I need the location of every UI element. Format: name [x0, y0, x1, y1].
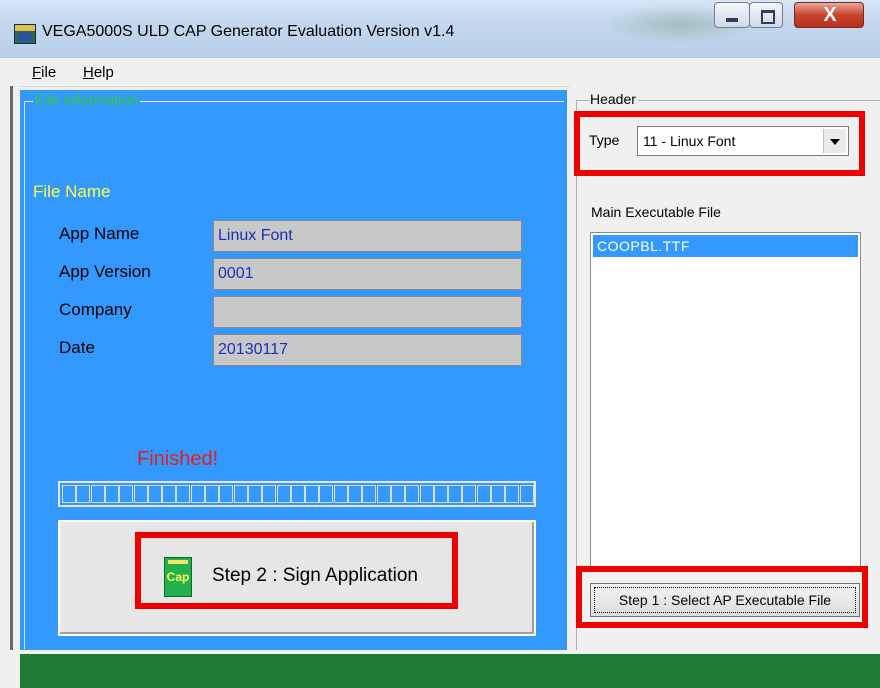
progress-segment	[348, 485, 362, 503]
progress-segment	[162, 485, 177, 503]
progress-segment	[90, 485, 105, 503]
progress-bar	[58, 481, 536, 507]
app-version-field[interactable]: 0001	[213, 258, 522, 290]
progress-segment	[419, 485, 434, 503]
vega-app-icon[interactable]	[14, 24, 36, 44]
progress-segment	[190, 485, 205, 503]
progress-segment	[505, 485, 520, 503]
progress-segment	[305, 485, 320, 503]
progress-segment	[405, 485, 420, 503]
list-item[interactable]: COOPBL.TTF	[593, 235, 858, 257]
progress-segment	[290, 485, 305, 503]
date-field[interactable]: 20130117	[213, 334, 522, 366]
progress-segment	[147, 485, 162, 503]
progress-segment	[247, 485, 262, 503]
date-label: Date	[59, 338, 95, 357]
progress-segment	[276, 485, 291, 503]
minimize-icon	[726, 18, 738, 22]
progress-segment	[362, 485, 377, 503]
company-field[interactable]	[213, 296, 522, 328]
file-information-title: File Information	[33, 92, 141, 109]
progress-segment	[448, 485, 463, 503]
app-window: VEGA5000S ULD CAP Generator Evaluation V…	[0, 0, 880, 688]
status-bar	[20, 654, 880, 688]
progress-segment	[133, 485, 148, 503]
progress-segment	[262, 485, 277, 503]
highlight-select-box	[576, 566, 868, 628]
progress-segment	[390, 485, 405, 503]
close-button[interactable]: X	[794, 2, 864, 28]
menu-file[interactable]: File	[32, 64, 56, 81]
file-name-label: File Name	[33, 182, 111, 201]
window-title: VEGA5000S ULD CAP Generator Evaluation V…	[42, 23, 455, 40]
minimize-button[interactable]	[714, 2, 750, 28]
progress-segment	[519, 485, 534, 503]
progress-segment	[376, 485, 391, 503]
progress-segment	[104, 485, 119, 503]
close-icon: X	[823, 4, 837, 26]
progress-segment	[76, 485, 91, 503]
progress-segment	[233, 485, 248, 503]
menu-help[interactable]: Help	[83, 64, 114, 81]
app-name-field[interactable]: Linux Font	[213, 220, 522, 252]
progress-segment	[491, 485, 505, 503]
progress-segment	[176, 485, 191, 503]
progress-segment	[333, 485, 348, 503]
progress-segment	[433, 485, 448, 503]
progress-segment	[476, 485, 491, 503]
progress-segment	[62, 485, 76, 503]
progress-segment	[462, 485, 477, 503]
left-edge	[10, 86, 20, 688]
progress-segment	[319, 485, 334, 503]
group-border-left	[24, 101, 25, 649]
company-label: Company	[59, 300, 132, 319]
app-version-label: App Version	[59, 262, 151, 281]
title-bar[interactable]: VEGA5000S ULD CAP Generator Evaluation V…	[0, 0, 880, 58]
menu-bar: File Help	[10, 58, 880, 87]
executable-file-list[interactable]: COOPBL.TTF	[590, 232, 861, 567]
header-group-title: Header	[590, 91, 638, 107]
highlight-type-box	[574, 111, 865, 176]
main-executable-label: Main Executable File	[591, 204, 721, 220]
progress-segment	[219, 485, 234, 503]
highlight-sign-box	[135, 532, 458, 609]
app-name-label: App Name	[59, 224, 140, 243]
progress-segment	[119, 485, 134, 503]
status-message: Finished!	[137, 448, 219, 470]
maximize-button[interactable]	[749, 2, 783, 28]
progress-segment	[205, 485, 219, 503]
maximize-icon	[761, 10, 775, 24]
